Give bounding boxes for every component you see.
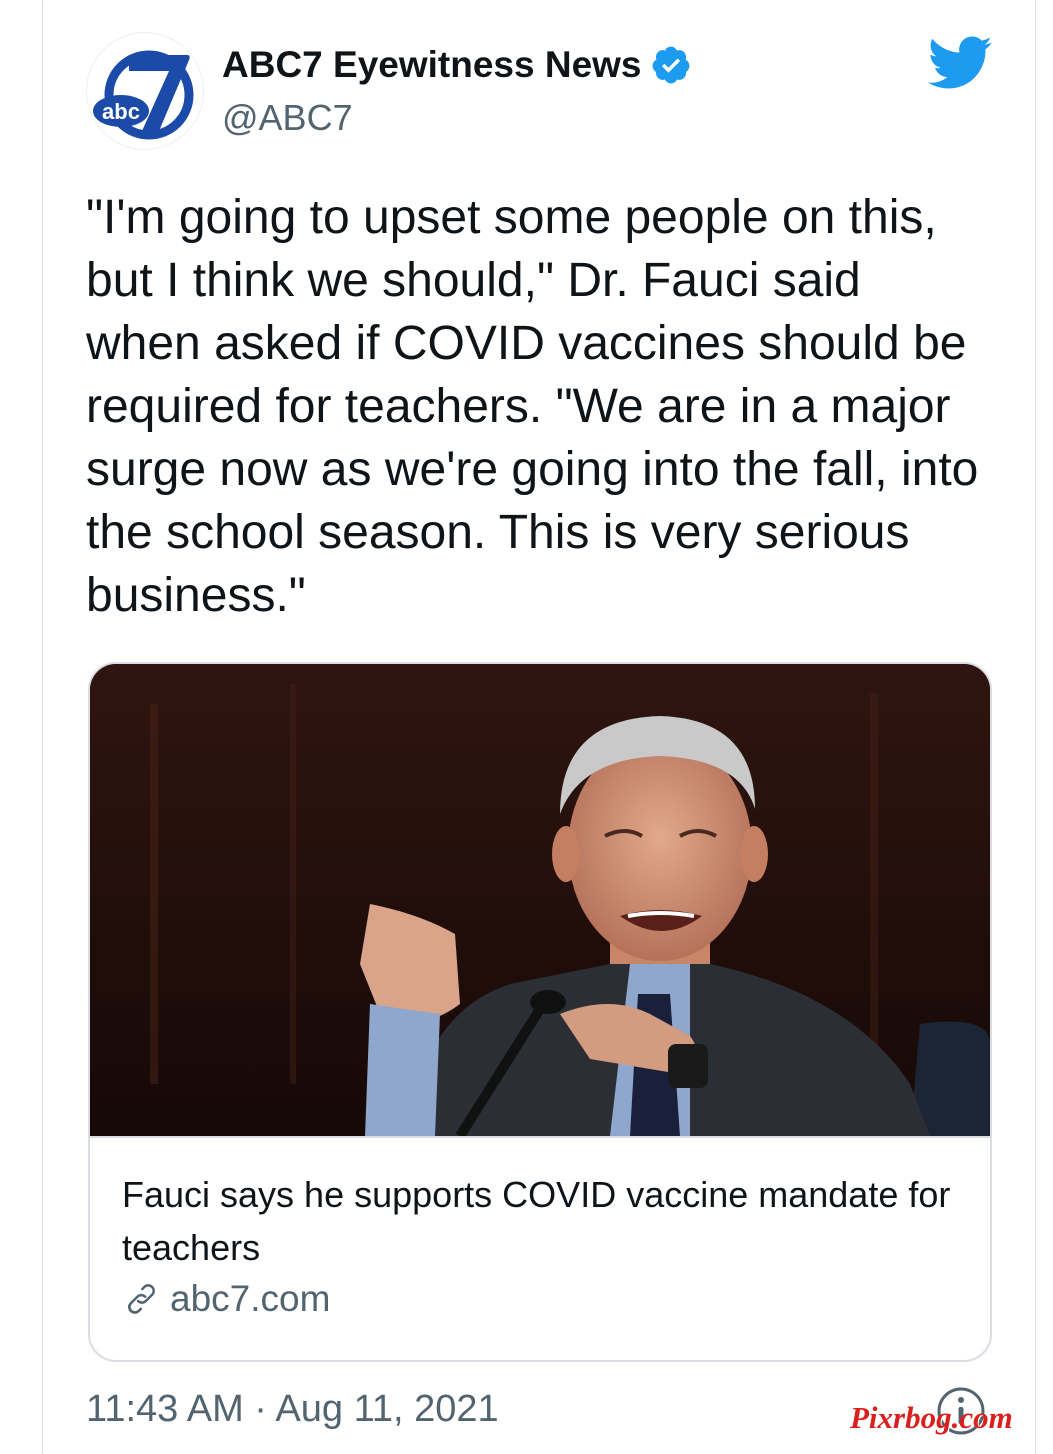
author-name-text: ABC7 Eyewitness News	[222, 44, 642, 85]
link-card-divider	[90, 1136, 990, 1138]
author-handle[interactable]: @ABC7	[222, 97, 353, 139]
tweet-screenshot: abc ABC7 Eyewitness News @ABC7 "I'm goin…	[0, 0, 1053, 1454]
verified-badge-icon	[650, 44, 692, 86]
photo-icon	[90, 664, 990, 1136]
watermark: Pixrbog.com	[850, 1400, 1013, 1435]
link-source[interactable]: abc7.com	[122, 1278, 330, 1320]
link-source-text: abc7.com	[170, 1278, 331, 1319]
link-icon	[122, 1279, 162, 1319]
link-title[interactable]: Fauci says he supports COVID vaccine man…	[122, 1168, 972, 1274]
svg-text:abc: abc	[102, 99, 140, 124]
abc7-logo-icon: abc	[88, 34, 203, 149]
link-preview-image	[90, 664, 990, 1136]
link-preview-card[interactable]: Fauci says he supports COVID vaccine man…	[88, 662, 992, 1362]
twitter-bird-icon	[928, 36, 992, 90]
tweet-timestamp[interactable]: 11:43 AM · Aug 11, 2021	[86, 1388, 499, 1431]
author-name[interactable]: ABC7 Eyewitness News	[222, 44, 692, 86]
tweet-text: "I'm going to upset some people on this,…	[86, 191, 979, 622]
author-avatar[interactable]: abc	[86, 32, 204, 150]
